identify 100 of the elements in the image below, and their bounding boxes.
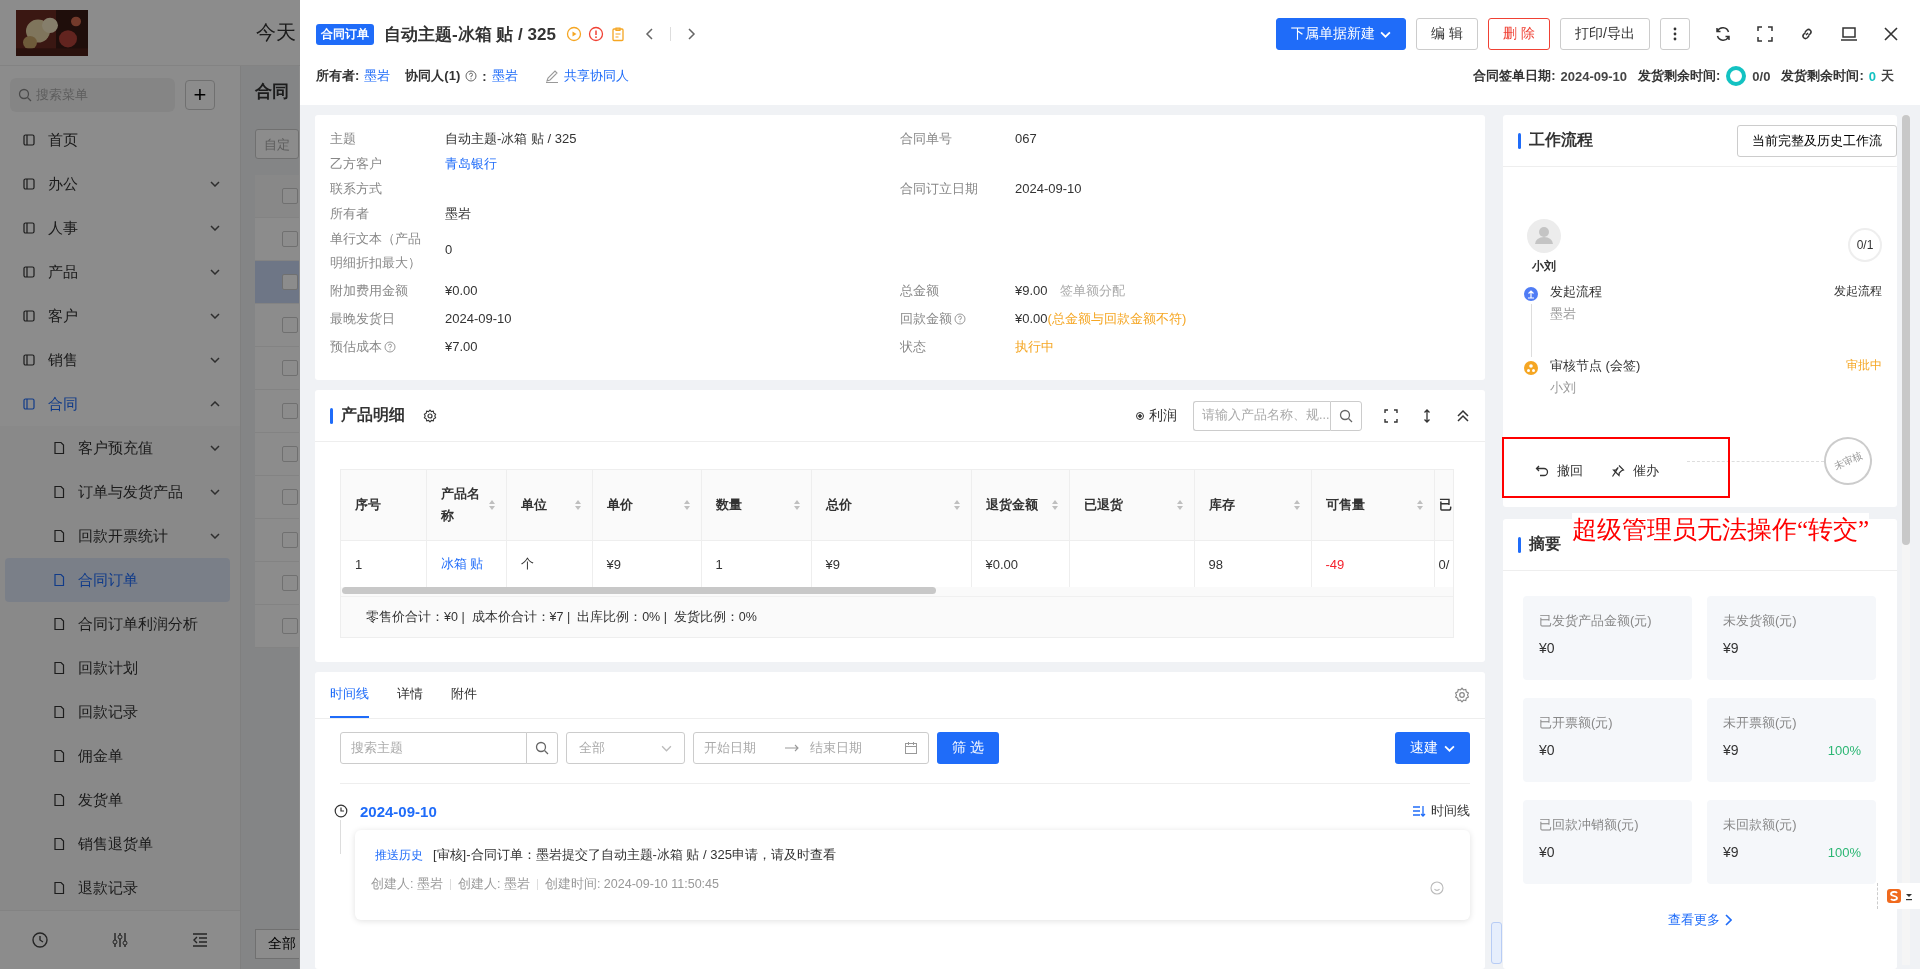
ime-toolbar[interactable] — [1877, 883, 1920, 909]
customer-link[interactable]: 青岛银行 — [445, 152, 497, 176]
menu-item[interactable]: 客户 — [0, 294, 240, 338]
sliders-icon[interactable] — [111, 931, 129, 949]
share-collaborator-link[interactable]: 共享协同人 — [563, 67, 629, 85]
column-header[interactable]: 已退货 — [1069, 470, 1194, 541]
column-header[interactable]: 可售量 — [1311, 470, 1434, 541]
menu-item[interactable]: 销售退货单 — [0, 822, 240, 866]
history-icon[interactable] — [31, 931, 49, 949]
owner-link[interactable]: 墨岩 — [364, 67, 391, 85]
scrollbar-thumb[interactable] — [1902, 115, 1910, 545]
collaborator-link[interactable]: 墨岩 — [491, 67, 518, 85]
action-button[interactable]: 下属单据新建 — [1276, 18, 1407, 50]
menu-item[interactable]: 首页 — [0, 118, 240, 162]
checkbox[interactable] — [282, 274, 298, 290]
chevron-icon — [210, 225, 220, 231]
checkbox[interactable] — [282, 231, 298, 247]
column-header[interactable]: 产品名称 — [426, 470, 506, 541]
more-button[interactable] — [1660, 18, 1690, 50]
monitor-icon[interactable] — [1840, 25, 1858, 43]
close-icon[interactable] — [1882, 25, 1900, 43]
workflow-action-button[interactable]: 催办 — [1611, 462, 1659, 480]
quick-create-button[interactable]: 速建 — [1395, 732, 1470, 764]
step-title: 发起流程 — [1550, 283, 1602, 301]
workflow-action-button[interactable]: 撤回 — [1535, 462, 1583, 480]
arrow-icon — [784, 744, 800, 752]
field-label: 合同单号 — [900, 130, 953, 148]
action-button[interactable]: 打印/导出 — [1560, 18, 1650, 50]
settings-icon[interactable] — [423, 408, 437, 423]
column-header[interactable]: 序号 — [341, 470, 426, 541]
menu-item[interactable]: 回款开票统计 — [0, 514, 240, 558]
comment-icon[interactable] — [1429, 880, 1445, 896]
menu-item[interactable]: 回款计划 — [0, 646, 240, 690]
table-row[interactable] — [255, 261, 299, 304]
menu-item[interactable]: 产品 — [0, 250, 240, 294]
menu-item[interactable]: 发货单 — [0, 778, 240, 822]
filter-button[interactable]: 筛 选 — [937, 732, 999, 764]
more-icon — [1673, 26, 1677, 42]
step-title: 审核节点 (会签) — [1550, 357, 1641, 375]
column-header[interactable]: 单位 — [506, 470, 592, 541]
menu-item[interactable]: 合同订单 — [5, 558, 230, 602]
checkbox[interactable] — [282, 618, 298, 634]
action-button[interactable]: 编 辑 — [1416, 18, 1479, 50]
step-person: 墨岩 — [1550, 305, 1577, 323]
tab[interactable]: 附件 — [451, 672, 477, 718]
menu-item[interactable]: 人事 — [0, 206, 240, 250]
play-circle-icon[interactable] — [565, 26, 582, 42]
help-icon[interactable] — [954, 313, 966, 325]
add-button[interactable]: + — [185, 80, 215, 110]
scrollbar-thumb[interactable] — [342, 587, 936, 594]
all-button[interactable]: 全部 — [255, 929, 299, 959]
document-icon — [52, 529, 66, 543]
fullscreen-icon[interactable] — [1384, 408, 1398, 423]
help-icon[interactable] — [384, 341, 396, 353]
column-header[interactable]: 单价 — [592, 470, 701, 541]
collapse-up-icon[interactable] — [1456, 408, 1470, 423]
field-label: 附加费用金额 — [330, 282, 409, 300]
checkbox[interactable] — [282, 360, 298, 376]
help-icon[interactable] — [465, 70, 478, 82]
field-value: ¥7.00 — [445, 338, 478, 356]
checkbox[interactable] — [282, 403, 298, 419]
column-header[interactable]: 数量 — [701, 470, 811, 541]
checkbox[interactable] — [282, 489, 298, 505]
chevron-icon — [210, 401, 220, 407]
checkbox[interactable] — [282, 532, 298, 548]
search-button[interactable] — [526, 732, 558, 764]
menu-item[interactable]: 办公 — [0, 162, 240, 206]
column-header[interactable]: 库存 — [1194, 470, 1311, 541]
expand-tab[interactable] — [1491, 922, 1502, 964]
menu-item[interactable]: 合同订单利润分析 — [0, 602, 240, 646]
checkbox[interactable] — [282, 317, 298, 333]
search-button[interactable] — [1330, 400, 1362, 431]
checkbox[interactable] — [282, 575, 298, 591]
workflow-history-button[interactable]: 当前完整及历史工作流 — [1737, 124, 1897, 157]
column-header[interactable]: 已 — [1434, 470, 1453, 541]
tab[interactable]: 详情 — [397, 672, 423, 718]
action-button[interactable]: 删 除 — [1488, 18, 1551, 50]
ime-logo-icon — [1886, 888, 1902, 904]
menu-item[interactable]: 佣金单 — [0, 734, 240, 778]
menu-item[interactable]: 销售 — [0, 338, 240, 382]
timeline-sort-button[interactable]: 时间线 — [1412, 802, 1470, 820]
collapse-icon[interactable] — [191, 931, 209, 949]
column-header[interactable]: 总价 — [811, 470, 971, 541]
undo-icon — [1535, 464, 1549, 478]
column-header[interactable]: 退货金额 — [971, 470, 1069, 541]
fullscreen-icon[interactable] — [1756, 25, 1774, 43]
alert-icon[interactable] — [587, 26, 604, 42]
document-icon — [52, 661, 66, 675]
tab[interactable]: 时间线 — [330, 672, 369, 718]
profit-radio[interactable]: 利润 — [1136, 406, 1177, 425]
checkbox[interactable] — [282, 188, 298, 204]
view-more-link[interactable]: 查看更多 — [1668, 911, 1732, 929]
menu-item[interactable]: 回款记录 — [0, 690, 240, 734]
menu-item[interactable]: 客户预充值 — [0, 426, 240, 470]
checkbox[interactable] — [282, 446, 298, 462]
menu-item[interactable]: 退款记录 — [0, 866, 240, 910]
refresh-icon[interactable] — [1714, 25, 1732, 43]
menu-item[interactable]: 订单与发货产品 — [0, 470, 240, 514]
clipboard-icon[interactable] — [609, 26, 626, 42]
menu-item[interactable]: 合同 — [0, 382, 240, 426]
